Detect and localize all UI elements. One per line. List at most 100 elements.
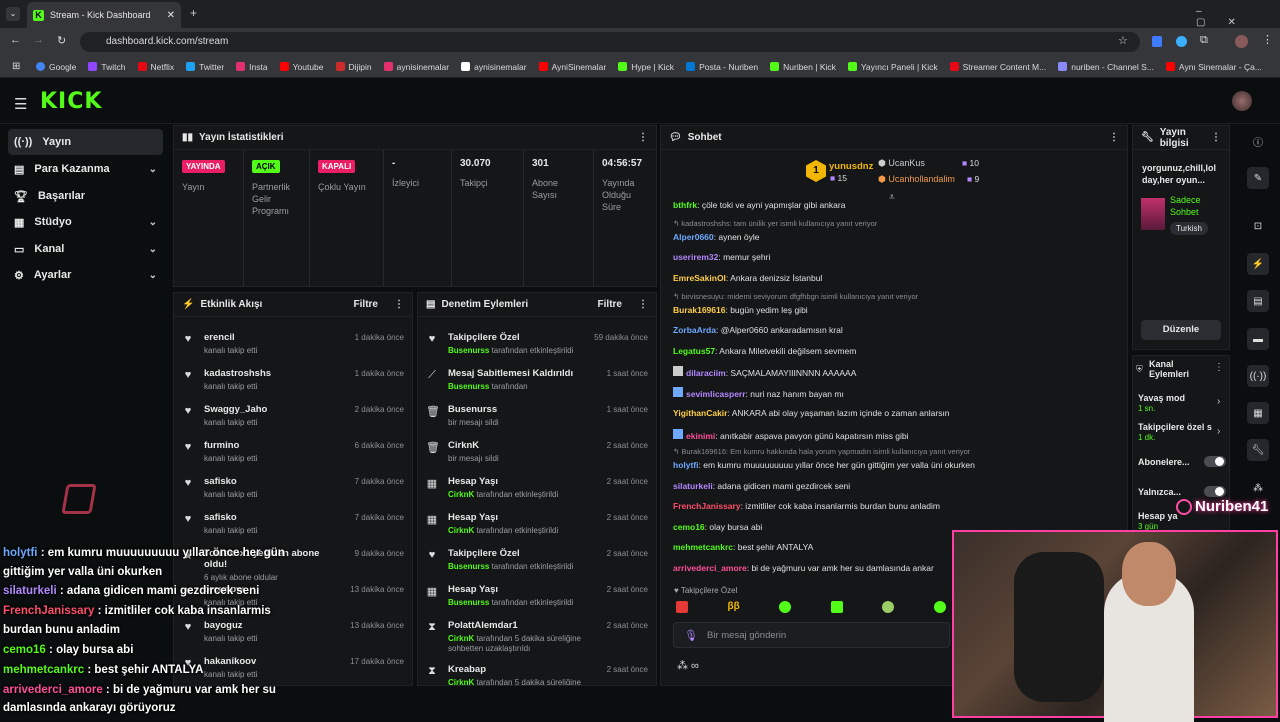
chat-message[interactable]: arrivederci_amore: bi de yağmuru var amk… <box>673 563 934 573</box>
moderation-item[interactable]: ▦ Hesap Yaşı CirknK tarafından etkinleştir… <box>418 471 656 507</box>
nav-item-studyo[interactable]: ▦ Stüdyo ⌄ <box>8 209 163 235</box>
new-tab-icon[interactable]: + <box>190 6 197 20</box>
bookmark[interactable]: Streamer Content M... <box>949 62 1046 72</box>
profile-avatar[interactable] <box>1235 35 1248 48</box>
chat-message[interactable]: Legatus57: Ankara Miletvekili değilsem s… <box>673 346 856 356</box>
chat-tools-icon[interactable]: ⁂ ∞ <box>677 659 699 672</box>
followers-only-label[interactable]: Takipçilere özel s <box>1138 422 1214 432</box>
bookmark[interactable]: Twitter <box>186 62 224 72</box>
emotes-only-label[interactable]: Yalnızca... <box>1138 487 1181 497</box>
account-age-label[interactable]: Hesap ya <box>1138 511 1178 521</box>
activity-item[interactable]: ♥ kadastroshshs kanalı takip etti 1 dakika … <box>174 363 412 399</box>
activity-item[interactable]: ♥ Swaggy_Jaho kanalı takip etti 2 dakika ön… <box>174 399 412 435</box>
chat-message[interactable]: YigithanCakir: ANKARA abi olay yaşaman l… <box>673 408 950 418</box>
extension-shield-icon[interactable] <box>1152 36 1162 47</box>
category-thumbnail[interactable] <box>1141 198 1165 230</box>
chat-message[interactable]: sevimlicasperr: nuri naz hanım bayan mı <box>673 387 844 399</box>
stream-info-menu-icon[interactable]: ⋮ <box>1211 132 1221 143</box>
chevron-right-icon[interactable]: › <box>1217 426 1220 437</box>
microphone-icon[interactable]: 🎙︎ <box>684 629 698 642</box>
bookmark[interactable]: Google <box>36 62 76 72</box>
chat-message[interactable]: EmreSakinOl: Ankara denizsiz İstanbul <box>673 273 822 283</box>
crop-icon[interactable]: ⊡ <box>1247 215 1269 237</box>
reload-icon[interactable]: ↻ <box>57 34 66 47</box>
top-gifter-3[interactable]: ⬢ Ucanhollandalim <box>878 174 955 185</box>
chat-message[interactable]: Alper0660: aynen öyle <box>673 232 759 242</box>
moderation-item[interactable]: ▦ Hesap Yaşı Busenurss tarafından etkinleş… <box>418 579 656 615</box>
stats-menu-icon[interactable]: ⋮ <box>638 132 648 143</box>
tab-search-icon[interactable]: ⌄ <box>6 7 20 21</box>
chat-message[interactable]: bthfrk: çöle toki ve ayni yapmışlar gibi… <box>673 200 845 210</box>
activity-filter-button[interactable]: Filtre <box>354 299 378 310</box>
chat-message[interactable]: userirem32: memur şehri <box>673 252 770 262</box>
bookmark[interactable]: Youtube <box>279 62 324 72</box>
bookmark[interactable]: Hype | Kick <box>618 62 674 72</box>
moderation-item[interactable]: 🗑︎ Busenurss bir mesajı sildi 1 saat önce <box>418 399 656 435</box>
chat-message[interactable]: holytfi: em kumru muuuuuuuuu yıllar önce… <box>673 460 975 470</box>
user-avatar[interactable] <box>1232 91 1252 111</box>
slow-mode-label[interactable]: Yavaş mod <box>1138 393 1185 403</box>
bookmark[interactable]: Twitch <box>88 62 126 72</box>
emote-icon[interactable] <box>830 601 843 613</box>
emote-icon[interactable] <box>676 601 688 613</box>
moderation-item[interactable]: ⧗ Kreabap CirknK tarafından 5 dakika sürel… <box>418 659 656 685</box>
activity-menu-icon[interactable]: ⋮ <box>394 299 404 310</box>
chat-message[interactable]: FrenchJanissary: izmitliler cok kaba ins… <box>673 501 940 511</box>
layout-icon[interactable]: ▦ <box>1247 402 1269 424</box>
emote-icon[interactable] <box>779 601 792 613</box>
bookmark[interactable]: Nuriben | Kick <box>770 62 836 72</box>
menu-hamburger-icon[interactable]: ☰ <box>14 95 27 113</box>
bookmark-star-icon[interactable]: ☆ <box>1118 34 1128 47</box>
chat-input[interactable]: 🎙︎ Bir mesaj gönderin <box>673 622 950 648</box>
chat-message[interactable]: dilaraciim: SAÇMALAMAYIIINNNN AAAAAA <box>673 366 856 378</box>
bookmark[interactable]: Dijipin <box>335 62 372 72</box>
lightning-icon[interactable]: ⚡ <box>1247 253 1269 275</box>
chat-message[interactable]: silaturkeli: adana gidicen mami gezdirce… <box>673 481 850 491</box>
chat-message[interactable]: cemo16: olay bursa abi <box>673 522 762 532</box>
activity-item[interactable]: ♥ safisko kanalı takip etti 7 dakika önce <box>174 471 412 507</box>
activity-item[interactable]: ♥ erencil kanalı takip etti 1 dakika önce <box>174 327 412 363</box>
activity-item[interactable]: ♥ bayoguz kanalı takip etti 13 dakika önce <box>174 615 412 651</box>
emotes-only-toggle[interactable] <box>1204 486 1226 497</box>
clipboard-icon[interactable]: ▤ <box>1247 290 1269 312</box>
nav-item-para-kazanma[interactable]: ▤ Para Kazanma ⌄ <box>8 156 163 182</box>
emote-icon[interactable] <box>882 601 895 613</box>
bookmark[interactable]: Insta <box>236 62 268 72</box>
broadcast-icon[interactable]: ((·)) <box>1247 365 1269 387</box>
moderation-menu-icon[interactable]: ⋮ <box>638 299 648 310</box>
moderation-item[interactable]: 🗑︎ CirknK bir mesajı sildi 2 saat önce <box>418 435 656 471</box>
nav-item-ayarlar[interactable]: ⚙ Ayarlar ⌄ <box>8 262 163 288</box>
bookmark[interactable]: Posta - Nuriben <box>686 62 758 72</box>
subscribers-only-label[interactable]: Abonelere... <box>1138 457 1190 467</box>
browser-tab[interactable]: K Stream - Kick Dashboard ✕ <box>27 2 181 28</box>
bookmark[interactable]: Aynı Sinemalar - Ça... <box>1165 62 1262 72</box>
moderation-item[interactable]: ♥ Takipçilere Özel Busenurss tarafından et… <box>418 327 656 363</box>
url-field[interactable]: dashboard.kick.com/stream <box>80 32 1140 52</box>
bookmark[interactable]: Netflix <box>137 62 174 72</box>
activity-item[interactable]: ♥ safisko kanalı takip etti 7 dakika önce <box>174 507 412 543</box>
forward-icon[interactable]: → <box>33 34 44 46</box>
bookmark[interactable]: AyniSinemalar <box>538 62 606 72</box>
top-gifter-2[interactable]: ⬢ UcanKus <box>878 158 925 169</box>
chat-message[interactable]: ZorbaArda: @Alper0660 ankaradamısın kral <box>673 325 843 335</box>
moderation-item[interactable]: ⧗ PolattAlemdar1 CirknK tarafından 5 dakik… <box>418 615 656 653</box>
tab-close-icon[interactable]: ✕ <box>167 10 175 21</box>
chat-menu-icon[interactable]: ⋮ <box>1109 132 1119 143</box>
extensions-puzzle-icon[interactable]: ⧉ <box>1200 34 1208 47</box>
info-icon[interactable]: ⓘ <box>1247 130 1269 152</box>
kick-logo[interactable]: KICK <box>40 89 102 114</box>
expand-leaderboard-icon[interactable]: ⩡ <box>889 192 895 203</box>
emote-icon[interactable]: ββ <box>728 601 740 615</box>
edit-stream-info-button[interactable]: Düzenle <box>1141 320 1221 340</box>
back-icon[interactable]: ← <box>10 34 21 46</box>
emote-icon[interactable] <box>933 601 946 613</box>
window-controls[interactable]: –▢✕ <box>1196 6 1280 28</box>
chat-message[interactable]: ekinimi: anıtkabir aspava pavyon günü ka… <box>673 429 909 441</box>
chevron-right-icon[interactable]: › <box>1217 396 1220 407</box>
stream-category[interactable]: Sadece Sohbet <box>1170 194 1226 218</box>
bookmark[interactable]: aynisinemalar <box>461 62 527 72</box>
tools-icon[interactable]: ⁂ <box>1247 477 1269 499</box>
channel-actions-menu-icon[interactable]: ⋮ <box>1214 362 1224 373</box>
nav-item-yayin[interactable]: ((·)) Yayın <box>8 129 163 155</box>
moderation-filter-button[interactable]: Filtre <box>598 299 622 310</box>
